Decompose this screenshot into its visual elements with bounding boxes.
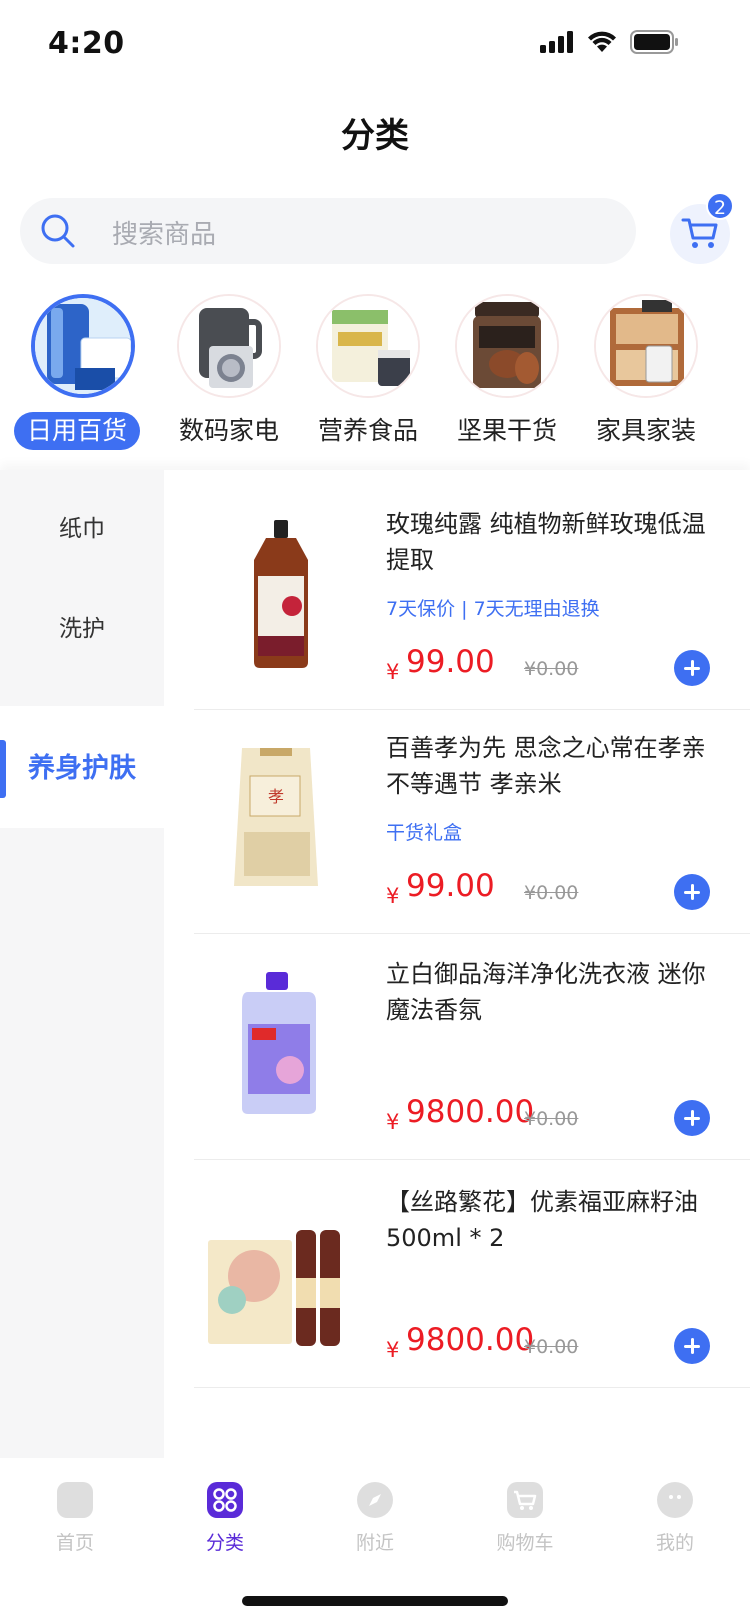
top-category-label: 营养食品 bbox=[317, 416, 418, 445]
tab-label: 附近 bbox=[355, 1532, 394, 1554]
category-icon bbox=[207, 1482, 243, 1518]
search-icon bbox=[41, 214, 75, 248]
top-category-row: 日用百货 数码家电 营养食品 坚果干货 家具家装 bbox=[0, 290, 750, 460]
home-icon bbox=[57, 1482, 93, 1518]
side-menu-item-skincare[interactable]: 养身护肤 bbox=[0, 710, 164, 828]
product-original-price: ¥0.00 bbox=[524, 658, 579, 680]
top-category-appliances[interactable]: 数码家电 bbox=[162, 290, 292, 460]
product-image: 孝 bbox=[204, 736, 354, 896]
battery-icon bbox=[630, 30, 678, 54]
product-image bbox=[204, 512, 354, 672]
category-thumbnail bbox=[316, 294, 420, 398]
product-item[interactable]: 孝 百善孝为先 思念之心常在孝亲不等遇节 孝亲米 干货礼盒 ¥ 99.00 ¥0… bbox=[194, 706, 750, 934]
add-to-cart-button[interactable] bbox=[674, 874, 710, 910]
product-title: 百善孝为先 思念之心常在孝亲不等遇节 孝亲米 bbox=[386, 734, 706, 798]
product-price: 99.00 bbox=[406, 868, 495, 904]
add-to-cart-button[interactable] bbox=[674, 650, 710, 686]
top-category-label: 日用百货 bbox=[14, 412, 140, 450]
tab-label: 分类 bbox=[205, 1532, 244, 1554]
search-input[interactable]: 搜索商品 bbox=[20, 198, 636, 264]
product-image bbox=[204, 962, 354, 1122]
product-price: 99.00 bbox=[406, 644, 495, 680]
product-title: 【丝路繁花】优素福亚麻籽油 500ml * 2 bbox=[386, 1188, 698, 1252]
side-menu-empty bbox=[0, 830, 164, 1460]
tab-category[interactable]: 分类 bbox=[150, 1476, 300, 1566]
top-category-furniture[interactable]: 家具家装 bbox=[579, 290, 709, 460]
side-menu-item-care[interactable]: 洗护 bbox=[0, 570, 164, 688]
top-category-daily[interactable]: 日用百货 bbox=[14, 290, 146, 460]
category-thumbnail bbox=[594, 294, 698, 398]
add-to-cart-button[interactable] bbox=[674, 1100, 710, 1136]
category-thumbnail bbox=[455, 294, 559, 398]
tab-nearby[interactable]: 附近 bbox=[300, 1476, 450, 1566]
category-content: 纸巾 洗护 养身护肤 玫瑰纯露 纯植物新鲜玫瑰低温提取 7天保价 | 7天无理由… bbox=[0, 470, 750, 1460]
product-image bbox=[204, 1190, 354, 1350]
product-tag: 干货礼盒 bbox=[386, 822, 463, 844]
product-original-price: ¥0.00 bbox=[524, 882, 579, 904]
category-thumbnail bbox=[177, 294, 281, 398]
home-indicator[interactable] bbox=[242, 1596, 508, 1606]
product-tag: 7天保价 | 7天无理由退换 bbox=[386, 598, 600, 620]
product-original-price: ¥0.00 bbox=[524, 1336, 579, 1358]
product-price: 9800.00 bbox=[406, 1322, 535, 1358]
product-price: 9800.00 bbox=[406, 1094, 535, 1130]
status-time: 4:20 bbox=[48, 26, 125, 61]
top-category-label: 家具家装 bbox=[595, 416, 696, 445]
tab-label: 购物车 bbox=[496, 1532, 554, 1554]
wifi-icon bbox=[588, 31, 616, 52]
cart-icon bbox=[507, 1482, 543, 1518]
status-bar: 4:20 bbox=[0, 0, 750, 90]
top-category-nuts[interactable]: 坚果干货 bbox=[440, 290, 570, 460]
category-thumbnail bbox=[31, 294, 135, 398]
add-to-cart-button[interactable] bbox=[674, 1328, 710, 1364]
tab-cart[interactable]: 购物车 bbox=[450, 1476, 600, 1566]
compass-icon bbox=[357, 1482, 393, 1518]
currency-symbol: ¥ bbox=[386, 1110, 400, 1134]
product-title: 立白御品海洋净化洗衣液 迷你魔法香氛 bbox=[386, 960, 706, 1024]
currency-symbol: ¥ bbox=[386, 1338, 400, 1362]
tab-profile[interactable]: 我的 bbox=[600, 1476, 750, 1566]
product-item[interactable]: 立白御品海洋净化洗衣液 迷你魔法香氛 ¥ 9800.00 ¥0.00 bbox=[194, 932, 750, 1160]
status-icons bbox=[540, 30, 680, 54]
search-placeholder: 搜索商品 bbox=[112, 220, 217, 250]
tab-home[interactable]: 首页 bbox=[0, 1476, 150, 1566]
top-category-nutrition[interactable]: 营养食品 bbox=[301, 290, 431, 460]
svg-text:孝: 孝 bbox=[268, 787, 284, 806]
side-menu-active-indicator bbox=[0, 740, 6, 798]
product-original-price: ¥0.00 bbox=[524, 1108, 579, 1130]
currency-symbol: ¥ bbox=[386, 884, 400, 908]
tab-label: 我的 bbox=[655, 1532, 694, 1554]
cart-badge: 2 bbox=[706, 192, 734, 220]
page-title: 分类 bbox=[341, 116, 409, 156]
currency-symbol: ¥ bbox=[386, 660, 400, 684]
product-item[interactable]: 【丝路繁花】优素福亚麻籽油 500ml * 2 ¥ 9800.00 ¥0.00 bbox=[194, 1160, 750, 1388]
signal-icon bbox=[540, 31, 573, 53]
top-category-label: 坚果干货 bbox=[456, 416, 557, 445]
tab-label: 首页 bbox=[55, 1532, 94, 1554]
product-item[interactable]: 玫瑰纯露 纯植物新鲜玫瑰低温提取 7天保价 | 7天无理由退换 ¥ 99.00 … bbox=[194, 482, 750, 710]
product-title: 玫瑰纯露 纯植物新鲜玫瑰低温提取 bbox=[386, 510, 706, 574]
profile-icon bbox=[657, 1482, 693, 1518]
top-category-label: 数码家电 bbox=[178, 416, 279, 445]
cart-icon bbox=[681, 218, 718, 248]
